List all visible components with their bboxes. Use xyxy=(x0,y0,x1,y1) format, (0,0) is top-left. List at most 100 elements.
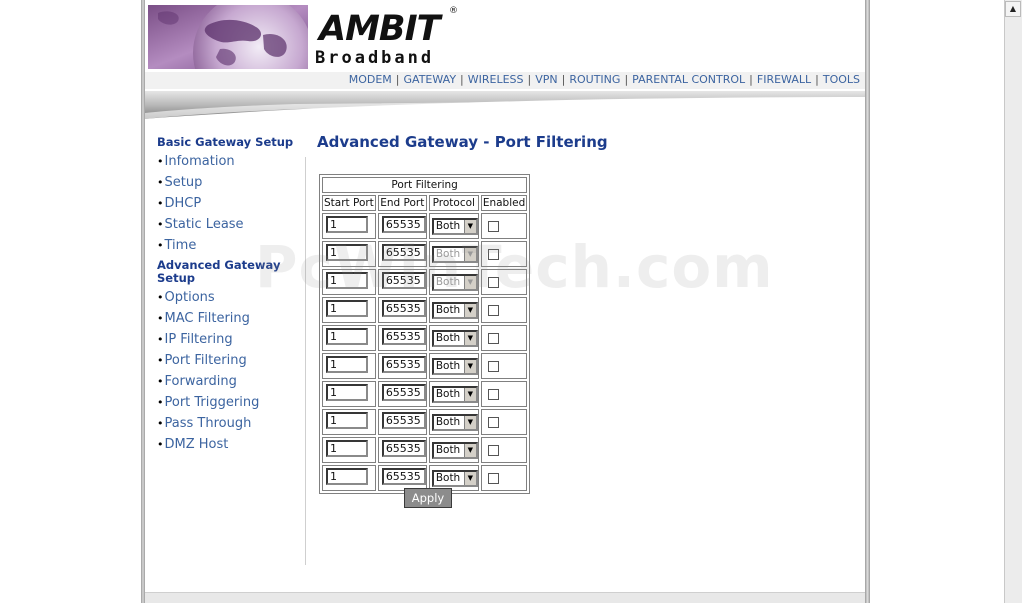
enabled-checkbox[interactable] xyxy=(487,416,499,428)
end-port-input[interactable]: 65535 xyxy=(381,356,426,373)
sidebar-item-port-triggering[interactable]: •Port Triggering xyxy=(157,395,302,416)
protocol-select[interactable]: Both ▼ xyxy=(431,441,478,459)
topnav-link-parental-control[interactable]: PARENTAL CONTROL xyxy=(632,73,745,86)
enabled-checkbox[interactable] xyxy=(487,388,499,400)
end-port-input[interactable]: 65535 xyxy=(381,468,426,485)
protocol-select[interactable]: Both ▼ xyxy=(431,273,478,291)
end-port-cell: 65535 xyxy=(377,241,427,267)
start-port-input[interactable]: 1 xyxy=(326,328,368,345)
start-port-input[interactable]: 1 xyxy=(326,468,368,485)
sidebar-item-setup[interactable]: •Setup xyxy=(157,175,302,196)
bullet-icon: • xyxy=(157,354,164,367)
sidebar-item-label[interactable]: Port Filtering xyxy=(165,353,247,368)
sidebar-item-label[interactable]: Forwarding xyxy=(165,374,237,389)
enabled-checkbox[interactable] xyxy=(487,304,499,316)
sidebar-menu: Basic Gateway Setup •Infomation •Setup •DH… xyxy=(157,136,302,458)
end-port-input[interactable]: 65535 xyxy=(381,244,426,261)
sidebar-item-dmz-host[interactable]: •DMZ Host xyxy=(157,437,302,458)
top-navigation-links: MODEM | GATEWAY | WIRELESS | VPN | ROUTING | PAREN… xyxy=(349,73,860,87)
enabled-checkbox[interactable] xyxy=(487,248,499,260)
topnav-link-wireless[interactable]: WIRELESS xyxy=(468,73,524,86)
chevron-down-icon[interactable]: ▼ xyxy=(463,247,476,261)
chevron-down-icon[interactable]: ▼ xyxy=(463,415,476,429)
start-port-input[interactable]: 1 xyxy=(326,300,368,317)
chevron-down-icon[interactable]: ▼ xyxy=(463,303,476,317)
topnav-link-gateway[interactable]: GATEWAY xyxy=(404,73,457,86)
sidebar-item-label[interactable]: Port Triggering xyxy=(165,395,260,410)
enabled-checkbox[interactable] xyxy=(487,472,499,484)
topnav-link-routing[interactable]: ROUTING xyxy=(569,73,620,86)
sidebar-item-options[interactable]: •Options xyxy=(157,290,302,311)
chevron-down-icon[interactable]: ▼ xyxy=(463,471,476,485)
sidebar-item-label[interactable]: IP Filtering xyxy=(165,332,233,347)
sidebar-item-label[interactable]: Infomation xyxy=(165,154,235,169)
vertical-scrollbar[interactable] xyxy=(1004,0,1022,603)
enabled-checkbox[interactable] xyxy=(487,444,499,456)
protocol-select[interactable]: Both ▼ xyxy=(431,217,478,235)
sidebar-item-label[interactable]: Time xyxy=(165,238,197,253)
protocol-select[interactable]: Both ▼ xyxy=(431,385,478,403)
end-port-input[interactable]: 65535 xyxy=(381,216,426,233)
protocol-select[interactable]: Both ▼ xyxy=(431,469,478,487)
sidebar-item-label[interactable]: DMZ Host xyxy=(165,437,229,452)
start-port-input[interactable]: 1 xyxy=(326,412,368,429)
chevron-down-icon[interactable]: ▼ xyxy=(463,359,476,373)
protocol-select[interactable]: Both ▼ xyxy=(431,245,478,263)
topnav-link-vpn[interactable]: VPN xyxy=(535,73,557,86)
sidebar-item-dhcp[interactable]: •DHCP xyxy=(157,196,302,217)
enabled-checkbox[interactable] xyxy=(487,360,499,372)
column-header-protocol: Protocol xyxy=(428,195,479,211)
sidebar-item-label[interactable]: Options xyxy=(165,290,215,305)
sidebar-item-mac-filtering[interactable]: •MAC Filtering xyxy=(157,311,302,332)
end-port-cell: 65535 xyxy=(377,325,427,351)
bullet-icon: • xyxy=(157,333,164,346)
sidebar-item-ip-filtering[interactable]: •IP Filtering xyxy=(157,332,302,353)
start-port-input[interactable]: 1 xyxy=(326,216,368,233)
topnav-link-firewall[interactable]: FIREWALL xyxy=(757,73,811,86)
end-port-input[interactable]: 65535 xyxy=(381,272,426,289)
enabled-cell xyxy=(480,381,528,407)
chevron-down-icon[interactable]: ▼ xyxy=(463,275,476,289)
end-port-input[interactable]: 65535 xyxy=(381,328,426,345)
start-port-input[interactable]: 1 xyxy=(326,272,368,289)
enabled-checkbox[interactable] xyxy=(487,276,499,288)
protocol-select[interactable]: Both ▼ xyxy=(431,357,478,375)
sidebar-item-pass-through[interactable]: •Pass Through xyxy=(157,416,302,437)
end-port-input[interactable]: 65535 xyxy=(381,412,426,429)
sidebar-item-label[interactable]: Setup xyxy=(165,175,203,190)
sidebar-item-label[interactable]: MAC Filtering xyxy=(165,311,250,326)
chevron-down-icon[interactable]: ▼ xyxy=(463,219,476,233)
enabled-cell xyxy=(480,465,528,491)
enabled-checkbox[interactable] xyxy=(487,220,499,232)
start-port-input[interactable]: 1 xyxy=(326,356,368,373)
scroll-up-arrow-icon[interactable]: ▲ xyxy=(1005,1,1021,17)
nav-separator: | xyxy=(395,73,400,86)
protocol-select[interactable]: Both ▼ xyxy=(431,301,478,319)
protocol-select[interactable]: Both ▼ xyxy=(431,413,478,431)
chevron-down-icon[interactable]: ▼ xyxy=(463,331,476,345)
brand-subtitle: Broadband xyxy=(315,48,435,68)
topnav-link-tools[interactable]: TOOLS xyxy=(823,73,860,86)
start-port-input[interactable]: 1 xyxy=(326,384,368,401)
enabled-checkbox[interactable] xyxy=(487,332,499,344)
end-port-input[interactable]: 65535 xyxy=(381,440,426,457)
sidebar-item-label[interactable]: Static Lease xyxy=(165,217,244,232)
protocol-select[interactable]: Both ▼ xyxy=(431,329,478,347)
sidebar-item-label[interactable]: DHCP xyxy=(165,196,202,211)
end-port-input[interactable]: 65535 xyxy=(381,384,426,401)
sidebar-item-port-filtering[interactable]: •Port Filtering xyxy=(157,353,302,374)
sidebar-item-time[interactable]: •Time xyxy=(157,238,302,259)
start-port-input[interactable]: 1 xyxy=(326,244,368,261)
sidebar-item-infomation[interactable]: •Infomation xyxy=(157,154,302,175)
chevron-down-icon[interactable]: ▼ xyxy=(463,443,476,457)
apply-button[interactable]: Apply xyxy=(404,488,452,508)
sidebar-item-label[interactable]: Pass Through xyxy=(165,416,252,431)
start-port-input[interactable]: 1 xyxy=(326,440,368,457)
chevron-down-icon[interactable]: ▼ xyxy=(463,387,476,401)
sidebar-item-forwarding[interactable]: •Forwarding xyxy=(157,374,302,395)
topnav-link-modem[interactable]: MODEM xyxy=(349,73,392,86)
enabled-cell xyxy=(480,241,528,267)
sidebar-heading-advanced: Advanced Gateway Setup xyxy=(157,259,302,285)
end-port-input[interactable]: 65535 xyxy=(381,300,426,317)
sidebar-item-static-lease[interactable]: •Static Lease xyxy=(157,217,302,238)
